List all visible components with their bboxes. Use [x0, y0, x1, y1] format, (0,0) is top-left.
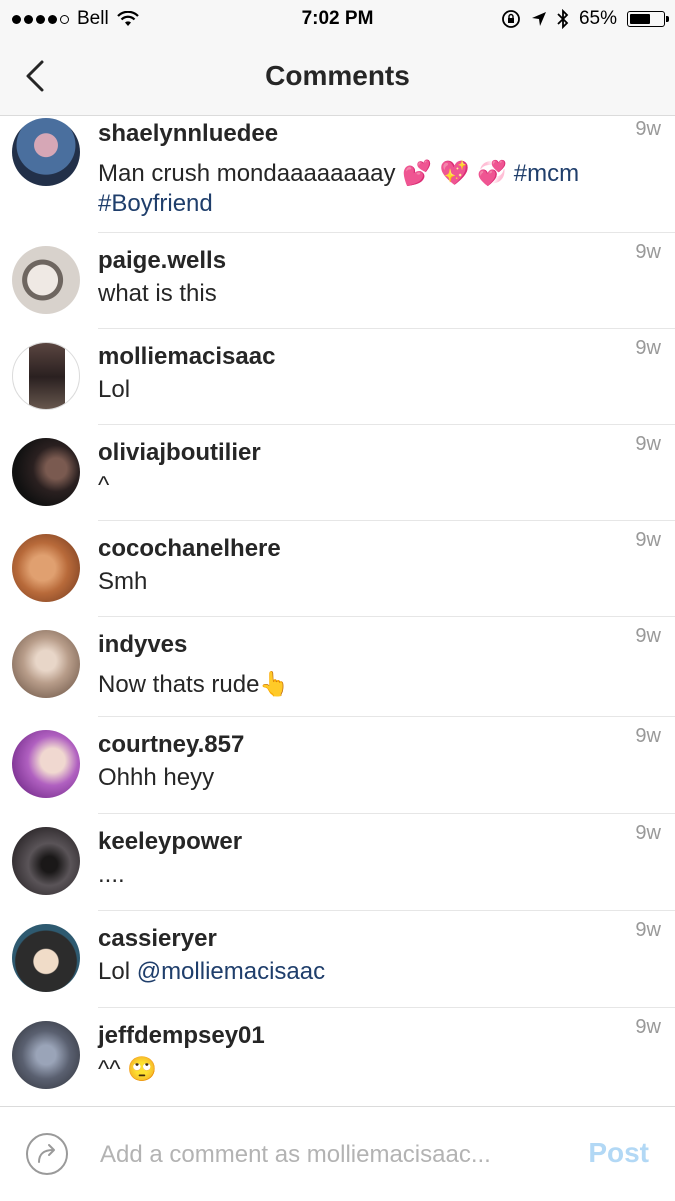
- avatar[interactable]: [12, 630, 80, 698]
- comment-username[interactable]: shaelynnluedee: [98, 118, 618, 150]
- comment-username[interactable]: keeleypower: [98, 826, 618, 858]
- comment-text: Lol: [98, 376, 131, 403]
- comment-time: 9w: [635, 919, 661, 941]
- battery-percent: 65%: [578, 8, 617, 29]
- avatar[interactable]: [12, 924, 80, 992]
- comment-username[interactable]: molliemacisaac: [98, 341, 618, 373]
- orientation-lock-icon: [502, 10, 520, 28]
- comment-username[interactable]: indyves: [98, 629, 618, 661]
- eye-roll-emoji-icon: 🙄: [127, 1055, 158, 1083]
- comment-text: what is this: [98, 280, 217, 307]
- comment-text: Man crush mondaaaaaaaay 💕 💖 💞 #mcm #Boyf…: [98, 159, 580, 217]
- hashtag-link[interactable]: #Boyfriend: [98, 190, 213, 217]
- nav-bar: Comments: [0, 38, 675, 116]
- hashtag-link[interactable]: #mcm: [514, 160, 579, 187]
- comment-username[interactable]: oliviajboutilier: [98, 437, 618, 469]
- comment-username[interactable]: cocochanelhere: [98, 533, 618, 565]
- comment-item: paige.wells what is this 9w: [12, 233, 675, 329]
- comment-text: Lol @molliemacisaac: [98, 958, 326, 985]
- comment-item: molliemacisaac Lol 9w: [12, 329, 675, 425]
- status-bar: Bell 7:02 PM 65%: [0, 0, 675, 38]
- avatar[interactable]: [12, 438, 80, 506]
- comment-time: 9w: [635, 1016, 661, 1038]
- comment-username[interactable]: courtney.857: [98, 729, 618, 761]
- comment-item: courtney.857 Ohhh heyy 9w: [12, 717, 675, 814]
- battery-icon: [627, 11, 669, 27]
- comments-list[interactable]: shaelynnluedee Man crush mondaaaaaaaay 💕…: [0, 116, 675, 1106]
- comment-time: 9w: [635, 625, 661, 647]
- comment-time: 9w: [635, 118, 661, 140]
- comment-item: shaelynnluedee Man crush mondaaaaaaaay 💕…: [12, 116, 675, 233]
- comment-text: Smh: [98, 568, 148, 595]
- comment-time: 9w: [635, 241, 661, 263]
- comment-username[interactable]: jeffdempsey01: [98, 1020, 618, 1052]
- avatar[interactable]: [12, 118, 80, 186]
- comment-text: ....: [98, 861, 125, 888]
- comment-item: cassieryer Lol @molliemacisaac 9w: [12, 911, 675, 1008]
- reply-arrow-icon: [26, 1133, 68, 1175]
- comment-time: 9w: [635, 337, 661, 359]
- reply-button[interactable]: [25, 1132, 69, 1176]
- comment-item: keeleypower .... 9w: [12, 814, 675, 911]
- comment-item: indyves Now thats rude👆 9w: [12, 617, 675, 717]
- comment-item: cocochanelhere Smh 9w: [12, 521, 675, 617]
- avatar[interactable]: [12, 730, 80, 798]
- comment-time: 9w: [635, 822, 661, 844]
- comment-composer: Post: [0, 1106, 675, 1201]
- bluetooth-icon: [557, 9, 569, 29]
- comment-time: 9w: [635, 725, 661, 747]
- comment-input[interactable]: [98, 1129, 562, 1181]
- comment-username[interactable]: cassieryer: [98, 923, 618, 955]
- avatar[interactable]: [12, 827, 80, 895]
- status-icons: 65%: [501, 8, 669, 30]
- comment-text: ^: [98, 472, 110, 499]
- comment-time: 9w: [635, 433, 661, 455]
- comment-item: oliviajboutilier ^ 9w: [12, 425, 675, 521]
- heart-emoji-icon: 💕 💖 💞: [402, 159, 508, 187]
- post-button[interactable]: Post: [588, 1137, 649, 1169]
- comment-item: jeffdempsey01 ^^ 🙄 9w: [12, 1008, 675, 1106]
- avatar[interactable]: [12, 342, 80, 410]
- page-title: Comments: [265, 60, 410, 91]
- mention-link[interactable]: @molliemacisaac: [137, 958, 325, 985]
- comment-time: 9w: [635, 529, 661, 551]
- avatar[interactable]: [12, 534, 80, 602]
- comment-username[interactable]: paige.wells: [98, 245, 618, 277]
- comment-text: ^^ 🙄: [98, 1055, 158, 1083]
- avatar[interactable]: [12, 1021, 80, 1089]
- avatar[interactable]: [12, 246, 80, 314]
- comment-text: Ohhh heyy: [98, 764, 215, 791]
- location-arrow-icon: [531, 12, 546, 26]
- comment-text: Now thats rude👆: [98, 670, 290, 698]
- pointing-hand-emoji-icon: 👆: [259, 670, 290, 698]
